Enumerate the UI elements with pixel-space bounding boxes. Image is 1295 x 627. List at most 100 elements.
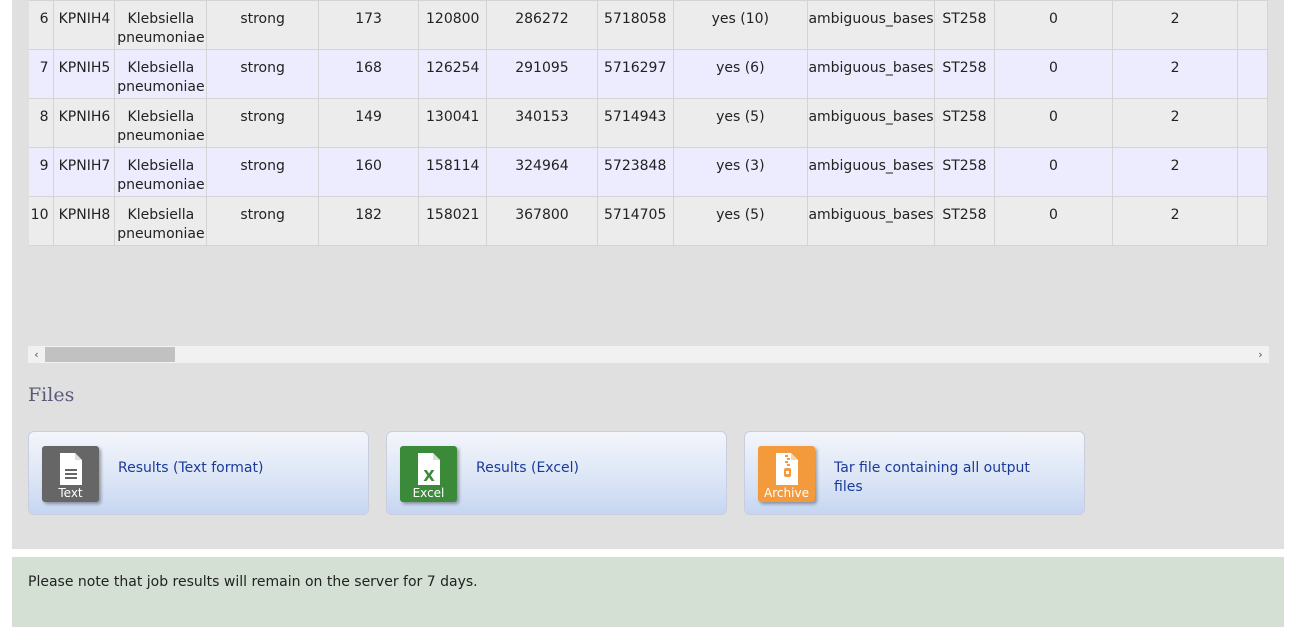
svg-text:X: X xyxy=(423,467,435,485)
cell-row-number: 8 xyxy=(29,98,55,148)
table-row: 8 KPNIH6 Klebsiella pneumoniae strong 149 130… xyxy=(29,98,1268,148)
cell-col9: ambiguous_bases xyxy=(807,147,936,197)
cell-col7: 5716297 xyxy=(597,49,674,99)
cell-col5: 120800 xyxy=(418,0,488,50)
cell-col6: 286272 xyxy=(486,0,598,50)
archive-tar-link[interactable]: Tar file containing all output files xyxy=(834,459,1049,497)
results-text-link[interactable]: Results (Text format) xyxy=(118,459,333,478)
horizontal-scrollbar[interactable]: ‹ › xyxy=(28,346,1269,363)
cell-col4: 160 xyxy=(318,147,420,197)
scrollbar-thumb[interactable] xyxy=(45,347,175,362)
scroll-left-arrow-icon[interactable]: ‹ xyxy=(28,346,45,363)
cell-match: strong xyxy=(206,98,319,148)
cell-col8: yes (5) xyxy=(673,196,809,246)
cell-empty xyxy=(1237,0,1268,50)
table-row: 7 KPNIH5 Klebsiella pneumoniae strong 168 126… xyxy=(29,49,1268,99)
cell-col6: 367800 xyxy=(486,196,598,246)
cell-st: ST258 xyxy=(934,196,995,246)
results-excel-link[interactable]: Results (Excel) xyxy=(476,459,691,478)
file-card-archive[interactable]: Archive Tar file containing all output f… xyxy=(744,431,1085,515)
cell-col8: yes (6) xyxy=(673,49,809,99)
cell-species: Klebsiella pneumoniae xyxy=(114,98,208,148)
icon-label: Archive xyxy=(764,486,809,500)
excel-glyph-icon: X xyxy=(418,453,440,485)
cell-col5: 126254 xyxy=(418,49,488,99)
cell-col4: 182 xyxy=(318,196,420,246)
cell-col11: 0 xyxy=(994,0,1114,50)
cell-empty xyxy=(1237,147,1268,197)
cell-col12: 2 xyxy=(1112,147,1239,197)
cell-col7: 5723848 xyxy=(597,147,674,197)
cell-col6: 324964 xyxy=(486,147,598,197)
cell-sample-id: KPNIH8 xyxy=(53,196,116,246)
scroll-right-arrow-icon[interactable]: › xyxy=(1252,346,1269,363)
files-heading: Files xyxy=(28,384,75,406)
results-table-viewport: pneumoniae 6KPNIH4Klebsiella pneumoniaes… xyxy=(29,0,1268,327)
cell-species: Klebsiella pneumoniae xyxy=(114,196,208,246)
cell-species: Klebsiella pneumoniae xyxy=(114,147,208,197)
cell-col8: yes (3) xyxy=(673,147,809,197)
cell-sample-id: KPNIH6 xyxy=(53,98,116,148)
cell-col5: 158021 xyxy=(418,196,488,246)
table-row: 9 KPNIH7 Klebsiella pneumoniae strong 160 158… xyxy=(29,147,1268,197)
cell-empty xyxy=(1237,49,1268,99)
cell-col12: 2 xyxy=(1112,0,1239,50)
cell-match: strong xyxy=(206,147,319,197)
cell-col12: 2 xyxy=(1112,98,1239,148)
cell-row-number: 9 xyxy=(29,147,55,197)
cell-col4: 168 xyxy=(318,49,420,99)
cell-empty xyxy=(1237,98,1268,148)
cell-match: strong xyxy=(206,0,319,50)
retention-notice-text: Please note that job results will remain… xyxy=(28,574,478,590)
cell-col4: 173 xyxy=(318,0,420,50)
cell-match: strong xyxy=(206,49,319,99)
cell-col12: 2 xyxy=(1112,49,1239,99)
cell-col6: 340153 xyxy=(486,98,598,148)
cell-col7: 5718058 xyxy=(597,0,674,50)
cell-col5: 158114 xyxy=(418,147,488,197)
file-card-text[interactable]: Text Results (Text format) xyxy=(28,431,369,515)
excel-file-icon[interactable]: X Excel xyxy=(400,446,457,502)
cell-col9: ambiguous_bases xyxy=(807,196,936,246)
file-card-excel[interactable]: X Excel Results (Excel) xyxy=(386,431,727,515)
cell-row-number: 10 xyxy=(29,196,55,246)
document-glyph-icon xyxy=(60,453,82,485)
cell-sample-id: KPNIH4 xyxy=(53,0,116,50)
cell-col7: 5714943 xyxy=(597,98,674,148)
icon-label: Excel xyxy=(412,486,445,500)
cell-col5: 130041 xyxy=(418,98,488,148)
cell-empty xyxy=(1237,196,1268,246)
retention-notice: Please note that job results will remain… xyxy=(12,557,1284,627)
cell-col9: ambiguous_bases xyxy=(807,49,936,99)
cell-col7: 5714705 xyxy=(597,196,674,246)
cell-row-number: 7 xyxy=(29,49,55,99)
cell-st: ST258 xyxy=(934,147,995,197)
cell-row-number: 6 xyxy=(29,0,55,50)
cell-col9: ambiguous_bases xyxy=(807,0,936,50)
table-row: 10 KPNIH8 Klebsiella pneumoniae strong 182 15… xyxy=(29,196,1268,246)
cell-col4: 149 xyxy=(318,98,420,148)
cell-col12: 2 xyxy=(1112,196,1239,246)
icon-label: Text xyxy=(58,486,83,500)
cell-st: ST258 xyxy=(934,98,995,148)
text-file-icon[interactable]: Text xyxy=(42,446,99,502)
cell-col9: ambiguous_bases xyxy=(807,98,936,148)
cell-st: ST258 xyxy=(934,0,995,50)
results-panel: pneumoniae 6KPNIH4Klebsiella pneumoniaes… xyxy=(12,0,1284,549)
cell-col6: 291095 xyxy=(486,49,598,99)
cell-col11: 0 xyxy=(994,98,1114,148)
results-table: pneumoniae 6KPNIH4Klebsiella pneumoniaes… xyxy=(29,0,1268,246)
archive-file-icon[interactable]: Archive xyxy=(758,446,815,502)
cell-st: ST258 xyxy=(934,49,995,99)
cell-col8: yes (10) xyxy=(673,0,809,50)
cell-species: Klebsiella pneumoniae xyxy=(114,49,208,99)
cell-match: strong xyxy=(206,196,319,246)
cell-col11: 0 xyxy=(994,147,1114,197)
cell-col11: 0 xyxy=(994,49,1114,99)
table-row: 6 KPNIH4 Klebsiella pneumoniae strong 173 120… xyxy=(29,0,1268,50)
cell-sample-id: KPNIH7 xyxy=(53,147,116,197)
cell-col11: 0 xyxy=(994,196,1114,246)
cell-col8: yes (5) xyxy=(673,98,809,148)
zip-glyph-icon xyxy=(776,453,798,485)
cell-species: Klebsiella pneumoniae xyxy=(114,0,208,50)
